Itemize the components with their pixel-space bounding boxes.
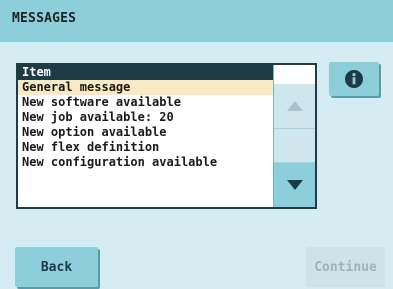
scroll-down-button[interactable] — [274, 163, 315, 207]
page-title: MESSAGES — [12, 11, 77, 26]
list-scrollbar[interactable] — [273, 65, 315, 207]
list-item[interactable]: New software available — [18, 95, 273, 110]
triangle-down-icon — [286, 180, 303, 190]
title-bar: MESSAGES — [0, 0, 393, 42]
list-item[interactable]: New job available: 20 — [18, 110, 273, 125]
list-item[interactable]: New flex definition — [18, 140, 273, 155]
message-list: Item General message New software availa… — [16, 63, 317, 209]
scroll-thumb[interactable] — [274, 128, 315, 163]
info-button[interactable] — [329, 62, 379, 96]
list-item[interactable]: New configuration available — [18, 155, 273, 170]
list-item[interactable]: New option available — [18, 125, 273, 140]
list-column-header: Item — [18, 65, 273, 80]
triangle-up-icon — [286, 101, 303, 111]
list-item[interactable]: General message — [18, 80, 273, 95]
info-icon — [345, 70, 363, 88]
list-rows: General message New software available N… — [18, 80, 273, 170]
back-button[interactable]: Back — [15, 247, 98, 287]
continue-button[interactable]: Continue — [306, 247, 385, 287]
scroll-up-button[interactable] — [274, 84, 315, 128]
